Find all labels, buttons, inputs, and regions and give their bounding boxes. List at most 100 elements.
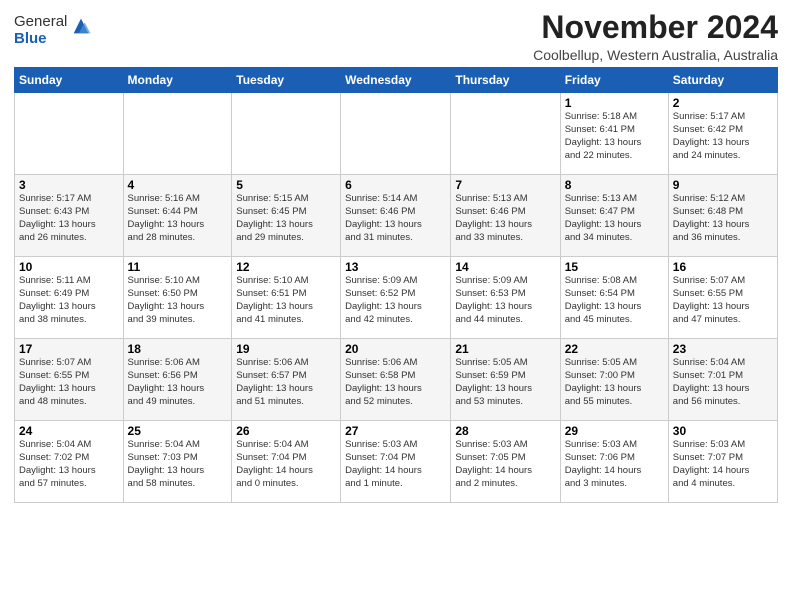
day-info: Sunrise: 5:10 AMSunset: 6:51 PMDaylight:… xyxy=(236,275,336,326)
day-number: 14 xyxy=(455,260,555,274)
calendar-cell: 19Sunrise: 5:06 AMSunset: 6:57 PMDayligh… xyxy=(232,339,341,421)
week-row-2: 3Sunrise: 5:17 AMSunset: 6:43 PMDaylight… xyxy=(15,175,778,257)
calendar-cell: 20Sunrise: 5:06 AMSunset: 6:58 PMDayligh… xyxy=(341,339,451,421)
day-info: Sunrise: 5:06 AMSunset: 6:57 PMDaylight:… xyxy=(236,357,336,408)
calendar-cell: 25Sunrise: 5:04 AMSunset: 7:03 PMDayligh… xyxy=(123,421,232,503)
week-row-4: 17Sunrise: 5:07 AMSunset: 6:55 PMDayligh… xyxy=(15,339,778,421)
day-info: Sunrise: 5:15 AMSunset: 6:45 PMDaylight:… xyxy=(236,193,336,244)
calendar-cell: 21Sunrise: 5:05 AMSunset: 6:59 PMDayligh… xyxy=(451,339,560,421)
col-saturday: Saturday xyxy=(668,68,777,93)
day-info: Sunrise: 5:16 AMSunset: 6:44 PMDaylight:… xyxy=(128,193,228,244)
day-number: 30 xyxy=(673,424,773,438)
day-info: Sunrise: 5:04 AMSunset: 7:02 PMDaylight:… xyxy=(19,439,119,490)
calendar-cell: 10Sunrise: 5:11 AMSunset: 6:49 PMDayligh… xyxy=(15,257,124,339)
day-info: Sunrise: 5:05 AMSunset: 6:59 PMDaylight:… xyxy=(455,357,555,408)
day-info: Sunrise: 5:18 AMSunset: 6:41 PMDaylight:… xyxy=(565,111,664,162)
col-thursday: Thursday xyxy=(451,68,560,93)
calendar-cell: 4Sunrise: 5:16 AMSunset: 6:44 PMDaylight… xyxy=(123,175,232,257)
day-number: 11 xyxy=(128,260,228,274)
calendar-cell: 26Sunrise: 5:04 AMSunset: 7:04 PMDayligh… xyxy=(232,421,341,503)
day-number: 23 xyxy=(673,342,773,356)
day-info: Sunrise: 5:04 AMSunset: 7:04 PMDaylight:… xyxy=(236,439,336,490)
day-info: Sunrise: 5:03 AMSunset: 7:06 PMDaylight:… xyxy=(565,439,664,490)
day-info: Sunrise: 5:12 AMSunset: 6:48 PMDaylight:… xyxy=(673,193,773,244)
calendar-cell: 24Sunrise: 5:04 AMSunset: 7:02 PMDayligh… xyxy=(15,421,124,503)
title-block: November 2024 Coolbellup, Western Austra… xyxy=(533,10,778,63)
day-info: Sunrise: 5:06 AMSunset: 6:58 PMDaylight:… xyxy=(345,357,446,408)
day-info: Sunrise: 5:03 AMSunset: 7:07 PMDaylight:… xyxy=(673,439,773,490)
day-info: Sunrise: 5:04 AMSunset: 7:01 PMDaylight:… xyxy=(673,357,773,408)
logo: General Blue xyxy=(14,14,92,47)
calendar-cell: 15Sunrise: 5:08 AMSunset: 6:54 PMDayligh… xyxy=(560,257,668,339)
calendar-cell xyxy=(123,93,232,175)
day-number: 29 xyxy=(565,424,664,438)
day-number: 27 xyxy=(345,424,446,438)
header: General Blue November 2024 Coolbellup, W… xyxy=(14,10,778,63)
calendar-header: Sunday Monday Tuesday Wednesday Thursday… xyxy=(15,68,778,93)
calendar-cell: 2Sunrise: 5:17 AMSunset: 6:42 PMDaylight… xyxy=(668,93,777,175)
day-info: Sunrise: 5:09 AMSunset: 6:53 PMDaylight:… xyxy=(455,275,555,326)
day-number: 24 xyxy=(19,424,119,438)
day-info: Sunrise: 5:17 AMSunset: 6:43 PMDaylight:… xyxy=(19,193,119,244)
day-info: Sunrise: 5:13 AMSunset: 6:46 PMDaylight:… xyxy=(455,193,555,244)
day-number: 26 xyxy=(236,424,336,438)
calendar-cell: 13Sunrise: 5:09 AMSunset: 6:52 PMDayligh… xyxy=(341,257,451,339)
day-number: 22 xyxy=(565,342,664,356)
calendar-cell: 6Sunrise: 5:14 AMSunset: 6:46 PMDaylight… xyxy=(341,175,451,257)
calendar-cell: 18Sunrise: 5:06 AMSunset: 6:56 PMDayligh… xyxy=(123,339,232,421)
calendar-cell: 8Sunrise: 5:13 AMSunset: 6:47 PMDaylight… xyxy=(560,175,668,257)
col-tuesday: Tuesday xyxy=(232,68,341,93)
calendar-cell: 7Sunrise: 5:13 AMSunset: 6:46 PMDaylight… xyxy=(451,175,560,257)
week-row-3: 10Sunrise: 5:11 AMSunset: 6:49 PMDayligh… xyxy=(15,257,778,339)
calendar-cell: 9Sunrise: 5:12 AMSunset: 6:48 PMDaylight… xyxy=(668,175,777,257)
day-number: 18 xyxy=(128,342,228,356)
day-info: Sunrise: 5:07 AMSunset: 6:55 PMDaylight:… xyxy=(19,357,119,408)
calendar-body: 1Sunrise: 5:18 AMSunset: 6:41 PMDaylight… xyxy=(15,93,778,503)
day-info: Sunrise: 5:08 AMSunset: 6:54 PMDaylight:… xyxy=(565,275,664,326)
calendar-cell: 29Sunrise: 5:03 AMSunset: 7:06 PMDayligh… xyxy=(560,421,668,503)
logo-icon xyxy=(70,15,92,37)
day-info: Sunrise: 5:13 AMSunset: 6:47 PMDaylight:… xyxy=(565,193,664,244)
col-wednesday: Wednesday xyxy=(341,68,451,93)
day-number: 13 xyxy=(345,260,446,274)
day-number: 6 xyxy=(345,178,446,192)
day-number: 4 xyxy=(128,178,228,192)
logo-general: General xyxy=(14,14,67,31)
day-number: 2 xyxy=(673,96,773,110)
calendar-cell: 5Sunrise: 5:15 AMSunset: 6:45 PMDaylight… xyxy=(232,175,341,257)
header-row: Sunday Monday Tuesday Wednesday Thursday… xyxy=(15,68,778,93)
day-info: Sunrise: 5:10 AMSunset: 6:50 PMDaylight:… xyxy=(128,275,228,326)
calendar-cell: 23Sunrise: 5:04 AMSunset: 7:01 PMDayligh… xyxy=(668,339,777,421)
calendar-cell: 22Sunrise: 5:05 AMSunset: 7:00 PMDayligh… xyxy=(560,339,668,421)
day-info: Sunrise: 5:11 AMSunset: 6:49 PMDaylight:… xyxy=(19,275,119,326)
calendar-cell: 3Sunrise: 5:17 AMSunset: 6:43 PMDaylight… xyxy=(15,175,124,257)
calendar-cell: 30Sunrise: 5:03 AMSunset: 7:07 PMDayligh… xyxy=(668,421,777,503)
day-number: 1 xyxy=(565,96,664,110)
calendar-cell: 12Sunrise: 5:10 AMSunset: 6:51 PMDayligh… xyxy=(232,257,341,339)
month-title: November 2024 xyxy=(533,10,778,45)
day-number: 5 xyxy=(236,178,336,192)
col-friday: Friday xyxy=(560,68,668,93)
calendar-cell: 17Sunrise: 5:07 AMSunset: 6:55 PMDayligh… xyxy=(15,339,124,421)
day-number: 20 xyxy=(345,342,446,356)
day-info: Sunrise: 5:05 AMSunset: 7:00 PMDaylight:… xyxy=(565,357,664,408)
week-row-1: 1Sunrise: 5:18 AMSunset: 6:41 PMDaylight… xyxy=(15,93,778,175)
location-subtitle: Coolbellup, Western Australia, Australia xyxy=(533,47,778,63)
logo-blue: Blue xyxy=(14,31,67,48)
day-info: Sunrise: 5:04 AMSunset: 7:03 PMDaylight:… xyxy=(128,439,228,490)
calendar-cell: 28Sunrise: 5:03 AMSunset: 7:05 PMDayligh… xyxy=(451,421,560,503)
day-number: 19 xyxy=(236,342,336,356)
calendar-cell: 16Sunrise: 5:07 AMSunset: 6:55 PMDayligh… xyxy=(668,257,777,339)
calendar-cell: 1Sunrise: 5:18 AMSunset: 6:41 PMDaylight… xyxy=(560,93,668,175)
day-number: 10 xyxy=(19,260,119,274)
day-info: Sunrise: 5:09 AMSunset: 6:52 PMDaylight:… xyxy=(345,275,446,326)
day-info: Sunrise: 5:03 AMSunset: 7:04 PMDaylight:… xyxy=(345,439,446,490)
week-row-5: 24Sunrise: 5:04 AMSunset: 7:02 PMDayligh… xyxy=(15,421,778,503)
day-number: 17 xyxy=(19,342,119,356)
calendar-cell xyxy=(232,93,341,175)
day-number: 8 xyxy=(565,178,664,192)
day-number: 12 xyxy=(236,260,336,274)
day-info: Sunrise: 5:03 AMSunset: 7:05 PMDaylight:… xyxy=(455,439,555,490)
day-number: 16 xyxy=(673,260,773,274)
col-sunday: Sunday xyxy=(15,68,124,93)
